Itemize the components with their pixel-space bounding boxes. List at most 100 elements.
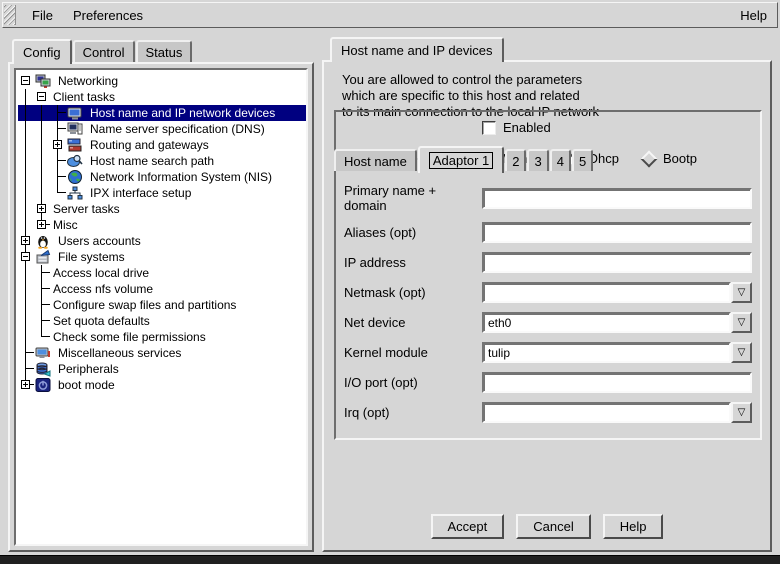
- accept-button[interactable]: Accept: [431, 514, 505, 539]
- tab-adaptor-4[interactable]: 4: [550, 149, 571, 171]
- menu-item-preferences[interactable]: Preferences: [63, 5, 153, 26]
- tree-item-label: Check some file permissions: [50, 330, 209, 344]
- tree-item-host-name-and-ip-network-devices[interactable]: Host name and IP network devices: [18, 105, 306, 121]
- tree-item-label: Server tasks: [50, 202, 123, 216]
- tree-item-client-tasks[interactable]: Client tasks: [18, 89, 306, 105]
- tab-host-name-and-ip-devices[interactable]: Host name and IP devices: [330, 37, 504, 62]
- menubar-grip-handle[interactable]: [4, 5, 16, 25]
- tree-guide: [34, 265, 50, 281]
- field-label-netmask-opt: Netmask (opt): [344, 285, 482, 300]
- bootmode-icon: [35, 377, 51, 393]
- tree-item-name-server-specification-dns[interactable]: Name server specification (DNS): [18, 121, 306, 137]
- field-label-aliases-opt: Aliases (opt): [344, 225, 482, 240]
- enabled-label: Enabled: [503, 120, 551, 135]
- tree-guide: [34, 169, 50, 185]
- tree-item-networking[interactable]: Networking: [18, 73, 306, 89]
- tab-host-name-and-ip-devices-label: Host name and IP devices: [341, 43, 493, 58]
- tree-guide: [18, 89, 34, 105]
- tree-item-peripherals[interactable]: Peripherals: [18, 361, 306, 377]
- net-device-input[interactable]: [482, 312, 731, 333]
- expander-minus-icon[interactable]: [21, 252, 30, 261]
- tree-guide: [34, 89, 50, 105]
- field-label-ip-address: IP address: [344, 255, 482, 270]
- tree-guide: [18, 377, 34, 393]
- tree-item-label: Networking: [55, 74, 121, 88]
- tree-guide: [18, 73, 34, 89]
- menubar: FilePreferences Help: [2, 2, 778, 28]
- cancel-button[interactable]: Cancel: [516, 514, 590, 539]
- expander-minus-icon[interactable]: [21, 76, 30, 85]
- tree-item-boot-mode[interactable]: boot mode: [18, 377, 306, 393]
- routing-icon: [67, 137, 83, 153]
- menu-item-file[interactable]: File: [22, 5, 63, 26]
- tree-item-label: Miscellaneous services: [55, 346, 184, 360]
- expander-minus-icon[interactable]: [37, 92, 46, 101]
- tree-item-label: boot mode: [55, 378, 118, 392]
- radio-label: Bootp: [663, 151, 697, 166]
- tree-guide: [50, 105, 66, 121]
- expander-plus-icon[interactable]: [53, 140, 62, 149]
- tree-item-misc[interactable]: Misc: [18, 217, 306, 233]
- tree-guide: [34, 105, 50, 121]
- aliases-opt-input[interactable]: [482, 222, 752, 243]
- tree-guide: [18, 169, 34, 185]
- tree-item-label: Access local drive: [50, 266, 152, 280]
- tree-item-server-tasks[interactable]: Server tasks: [18, 201, 306, 217]
- tree-item-access-nfs-volume[interactable]: Access nfs volume: [18, 281, 306, 297]
- tree-item-access-local-drive[interactable]: Access local drive: [18, 265, 306, 281]
- kernel-module-input[interactable]: [482, 342, 731, 363]
- radio-bootp[interactable]: Bootp: [643, 151, 697, 166]
- host-ip-page: You are allowed to control the parameter…: [322, 60, 772, 552]
- ip-address-input[interactable]: [482, 252, 752, 273]
- tab-adaptor-2[interactable]: 2: [505, 149, 526, 171]
- tree-item-check-some-file-permissions[interactable]: Check some file permissions: [18, 329, 306, 345]
- tab-adaptor-3[interactable]: 3: [527, 149, 548, 171]
- field-label-primary-name-domain: Primary name + domain: [344, 183, 482, 213]
- left-tabrow: ConfigControlStatus: [12, 39, 193, 64]
- expander-plus-icon[interactable]: [21, 380, 30, 389]
- config-tree[interactable]: NetworkingClient tasksHost name and IP n…: [14, 68, 308, 546]
- field-row-kernel-module: Kernel module▽: [344, 342, 752, 363]
- tab-label: 3: [534, 154, 541, 169]
- expander-plus-icon[interactable]: [21, 236, 30, 245]
- tree-item-configure-swap-files-and-partitions[interactable]: Configure swap files and partitions: [18, 297, 306, 313]
- tab-config[interactable]: Config: [12, 39, 72, 64]
- tree-item-file-systems[interactable]: File systems: [18, 249, 306, 265]
- tree-item-set-quota-defaults[interactable]: Set quota defaults: [18, 313, 306, 329]
- tree-item-users-accounts[interactable]: Users accounts: [18, 233, 306, 249]
- tab-control[interactable]: Control: [73, 40, 135, 62]
- tree-guide: [18, 217, 34, 233]
- dropdown-button[interactable]: ▽: [731, 402, 752, 423]
- tree-item-ipx-interface-setup[interactable]: IPX interface setup: [18, 185, 306, 201]
- tree-item-host-name-search-path[interactable]: Host name search path: [18, 153, 306, 169]
- tab-status[interactable]: Status: [136, 40, 193, 62]
- tree-guide: [50, 169, 66, 185]
- field-row-i-o-port-opt: I/O port (opt): [344, 372, 752, 393]
- dropdown-button[interactable]: ▽: [731, 282, 752, 303]
- tab-adaptor-adaptor-1[interactable]: Adaptor 1: [418, 146, 504, 173]
- field-row-irq-opt: Irq (opt)▽: [344, 402, 752, 423]
- menu-item-help[interactable]: Help: [730, 5, 777, 26]
- irq-opt-input[interactable]: [482, 402, 731, 423]
- tab-label: 4: [557, 154, 564, 169]
- tab-adaptor-host-name[interactable]: Host name: [334, 149, 417, 171]
- expander-plus-icon[interactable]: [37, 220, 46, 229]
- help-button[interactable]: Help: [603, 514, 664, 539]
- tree-guide: [18, 201, 34, 217]
- tree-guide: [50, 153, 66, 169]
- dropdown-button[interactable]: ▽: [731, 312, 752, 333]
- expander-plus-icon[interactable]: [37, 204, 46, 213]
- globe-icon: [67, 169, 83, 185]
- tree-item-routing-and-gateways[interactable]: Routing and gateways: [18, 137, 306, 153]
- i-o-port-opt-input[interactable]: [482, 372, 752, 393]
- tree-guide: [34, 329, 50, 345]
- tree-item-network-information-system-nis[interactable]: Network Information System (NIS): [18, 169, 306, 185]
- dropdown-button[interactable]: ▽: [731, 342, 752, 363]
- enabled-checkbox[interactable]: [482, 121, 496, 135]
- primary-name-domain-input[interactable]: [482, 188, 752, 209]
- tab-adaptor-5[interactable]: 5: [572, 149, 593, 171]
- netmask-opt-input[interactable]: [482, 282, 731, 303]
- tree-guide: [50, 185, 66, 201]
- tree-item-miscellaneous-services[interactable]: Miscellaneous services: [18, 345, 306, 361]
- filesystems-icon: [35, 249, 51, 265]
